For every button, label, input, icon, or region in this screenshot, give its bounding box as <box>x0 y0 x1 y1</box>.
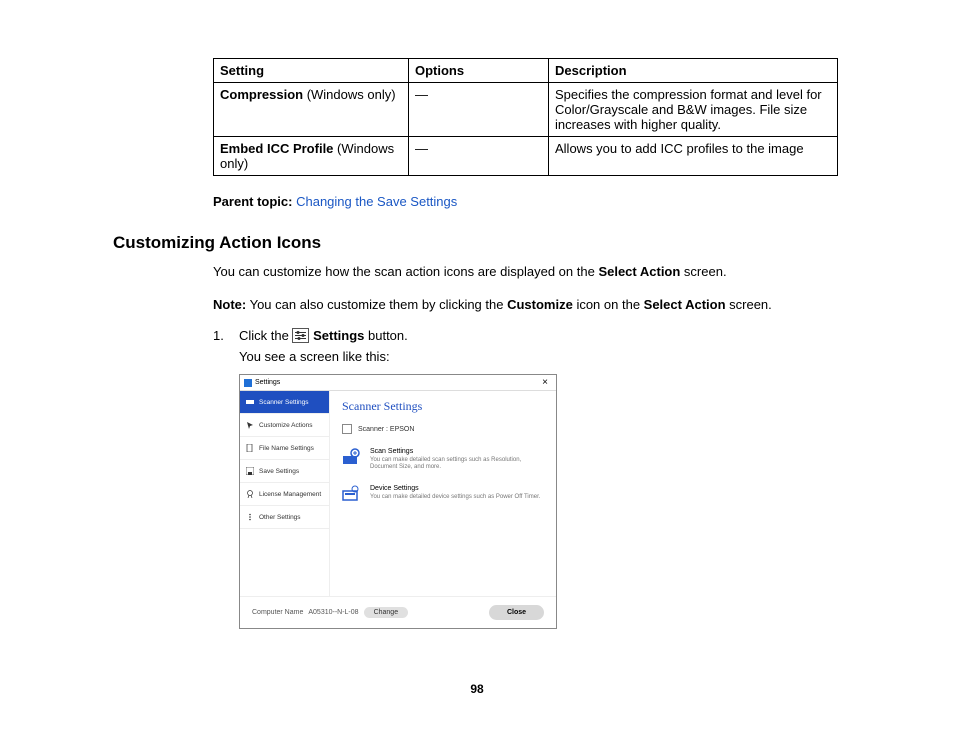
sidebar-item-customize-actions[interactable]: Customize Actions <box>240 414 329 437</box>
options-table: Setting Options Description Compression … <box>213 58 838 176</box>
setting-name: Embed ICC Profile <box>220 141 333 156</box>
scanner-icon <box>246 398 254 406</box>
note-text: screen. <box>726 297 772 312</box>
note-bold: Select Action <box>644 297 726 312</box>
sidebar-item-label: Scanner Settings <box>259 399 309 406</box>
description-cell: Specifies the compression format and lev… <box>549 83 838 137</box>
device-settings-block[interactable]: Device Settings You can make detailed de… <box>342 485 544 503</box>
sidebar-item-scanner-settings[interactable]: Scanner Settings <box>240 391 329 414</box>
scanner-label: Scanner : EPSON <box>358 426 414 433</box>
note-text: icon on the <box>573 297 644 312</box>
table-row: Compression (Windows only) — Specifies t… <box>214 83 838 137</box>
settings-dialog-screenshot: Settings × Scanner Settings Customize Ac… <box>239 374 557 629</box>
scan-settings-block[interactable]: Scan Settings You can make detailed scan… <box>342 448 544 471</box>
page-number: 98 <box>0 682 954 696</box>
th-setting: Setting <box>214 59 409 83</box>
sidebar-item-label: Other Settings <box>259 514 301 521</box>
intro-text: You can customize how the scan action ic… <box>213 264 598 279</box>
setting-name: Compression <box>220 87 303 102</box>
sidebar-item-label: Customize Actions <box>259 422 312 429</box>
intro-text-post: screen. <box>680 264 726 279</box>
options-cell: — <box>409 83 549 137</box>
sidebar-item-label: Save Settings <box>259 468 299 475</box>
intro-bold: Select Action <box>598 264 680 279</box>
note-bold: Customize <box>507 297 573 312</box>
note-label: Note: <box>213 297 246 312</box>
parent-topic-label: Parent topic: <box>213 194 292 209</box>
block-title: Scan Settings <box>370 448 544 455</box>
table-row: Embed ICC Profile (Windows only) — Allow… <box>214 137 838 176</box>
block-description: You can make detailed device settings su… <box>370 494 540 501</box>
panel-title: Scanner Settings <box>342 399 544 414</box>
sidebar-item-file-name-settings[interactable]: File Name Settings <box>240 437 329 460</box>
note-text: You can also customize them by clicking … <box>246 297 507 312</box>
step-result: You see a screen like this: <box>239 349 841 364</box>
settings-icon <box>292 328 309 343</box>
dots-icon <box>246 513 254 521</box>
block-description: You can make detailed scan settings such… <box>370 457 544 471</box>
sidebar-item-label: File Name Settings <box>259 445 314 452</box>
device-settings-icon <box>342 485 360 503</box>
intro-paragraph: You can customize how the scan action ic… <box>213 263 841 281</box>
th-description: Description <box>549 59 838 83</box>
step-1: 1. Click the Settings button. <box>213 328 841 343</box>
dialog-titlebar: Settings × <box>240 375 556 391</box>
options-cell: — <box>409 137 549 176</box>
scanner-device-icon <box>342 424 352 434</box>
sidebar-item-other-settings[interactable]: Other Settings <box>240 506 329 529</box>
dialog-footer: Computer Name A05310--N-L-08 Change Clos… <box>240 596 556 628</box>
parent-topic-link[interactable]: Changing the Save Settings <box>296 194 457 209</box>
dialog-main-panel: Scanner Settings Scanner : EPSON Scan Se… <box>330 391 556 596</box>
description-cell: Allows you to add ICC profiles to the im… <box>549 137 838 176</box>
cursor-icon <box>246 421 254 429</box>
section-heading: Customizing Action Icons <box>113 233 841 253</box>
badge-icon <box>246 490 254 498</box>
scan-settings-icon <box>342 448 360 466</box>
computer-name-label: Computer Name <box>252 609 303 616</box>
step-text: button. <box>364 328 407 343</box>
computer-name-value: A05310--N-L-08 <box>308 609 358 616</box>
step-text: Click the <box>239 328 292 343</box>
dialog-sidebar: Scanner Settings Customize Actions File … <box>240 391 330 596</box>
app-icon <box>244 379 252 387</box>
step-bold: Settings <box>313 328 364 343</box>
step-number: 1. <box>213 328 227 343</box>
close-icon[interactable]: × <box>538 377 552 388</box>
change-button[interactable]: Change <box>364 607 409 618</box>
th-options: Options <box>409 59 549 83</box>
parent-topic: Parent topic: Changing the Save Settings <box>213 194 841 209</box>
block-title: Device Settings <box>370 485 540 492</box>
file-icon <box>246 444 254 452</box>
setting-qualifier: (Windows only) <box>303 87 395 102</box>
sidebar-item-save-settings[interactable]: Save Settings <box>240 460 329 483</box>
dialog-title: Settings <box>255 379 280 386</box>
sidebar-item-license-management[interactable]: License Management <box>240 483 329 506</box>
sidebar-item-label: License Management <box>259 491 321 498</box>
save-icon <box>246 467 254 475</box>
close-button[interactable]: Close <box>489 605 544 620</box>
note-paragraph: Note: You can also customize them by cli… <box>213 296 841 314</box>
